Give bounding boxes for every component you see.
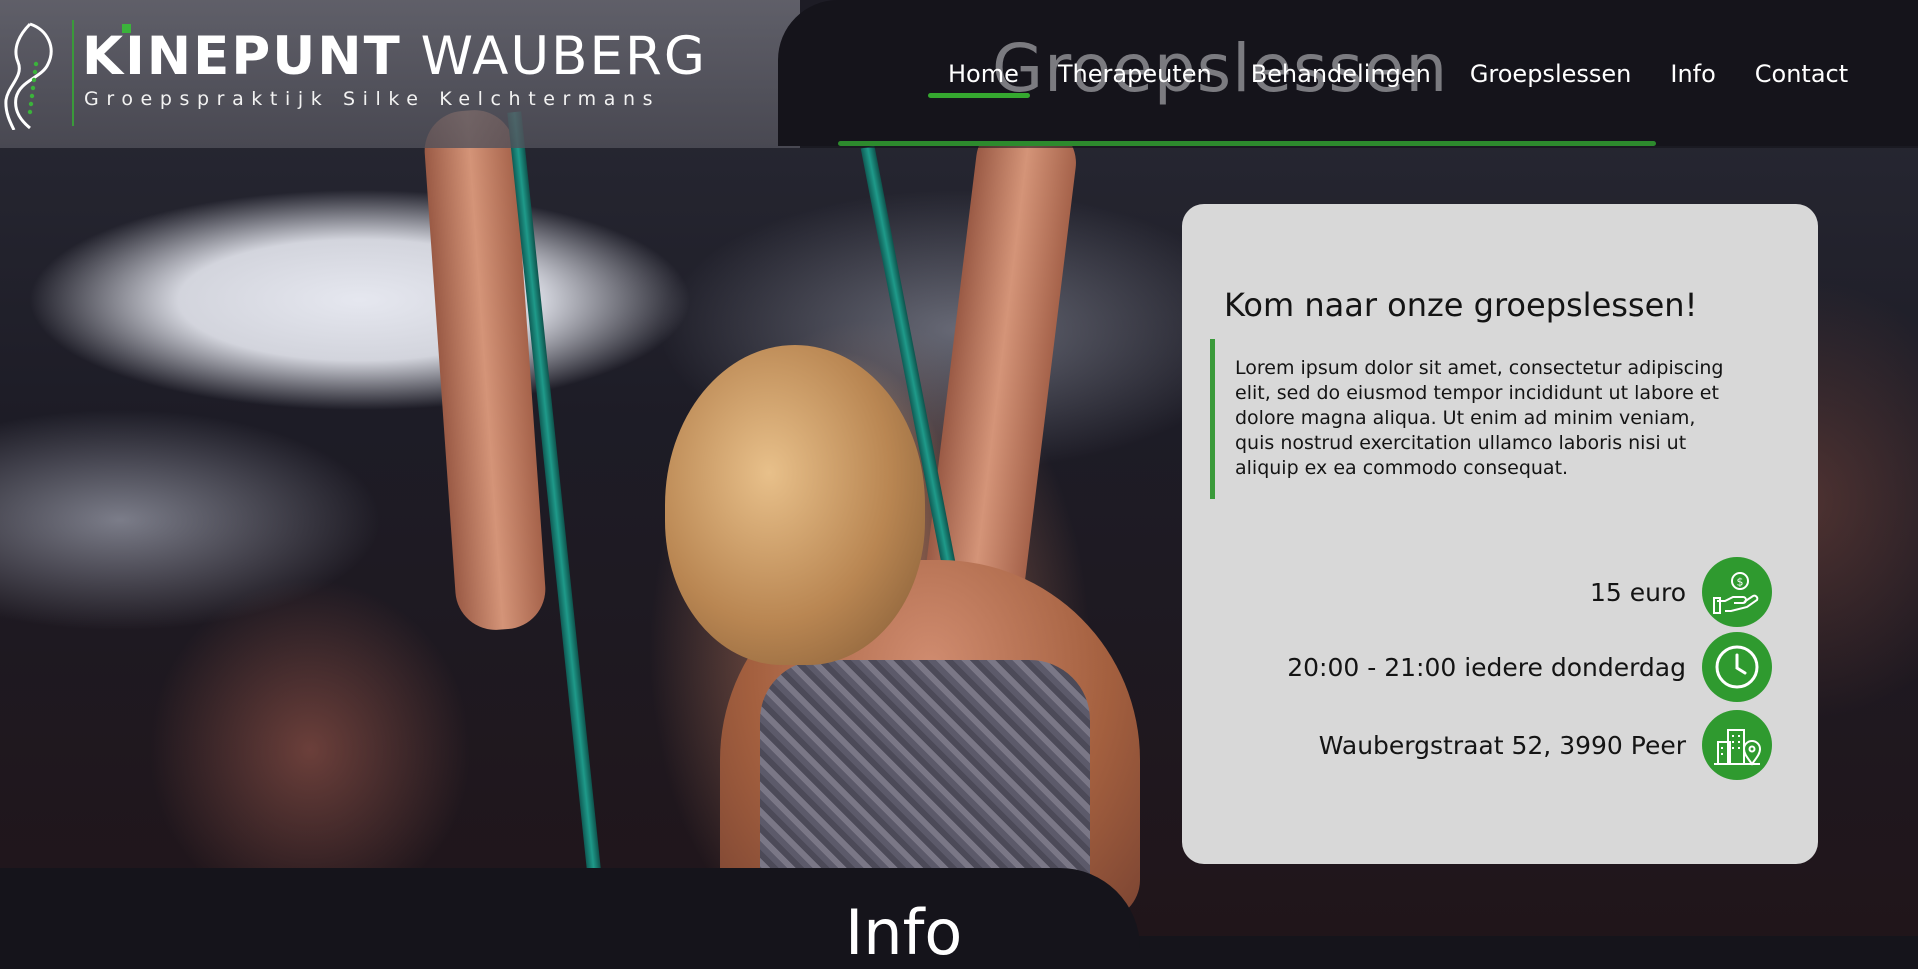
info-card: Kom naar onze groepslessen! Lorem ipsum … (1182, 204, 1818, 864)
nav-active-indicator (928, 93, 1030, 98)
info-section (0, 868, 1140, 948)
clock-icon (1702, 632, 1772, 702)
address-text: Waubergstraat 52, 3990 Peer (1318, 730, 1686, 760)
card-quote-bar (1210, 339, 1215, 499)
info-row-address: Waubergstraat 52, 3990 Peer (1319, 710, 1772, 780)
nav-item-therapeuten[interactable]: Therapeuten (1058, 60, 1212, 88)
main-nav: Home Therapeuten Behandelingen Groepsles… (948, 60, 1848, 88)
section-title-info: Info (845, 896, 963, 969)
price-text: 15 euro (1589, 577, 1686, 607)
card-body: Lorem ipsum dolor sit amet, consectetur … (1235, 357, 1724, 479)
card-title: Kom naar onze groepslessen! (1224, 286, 1698, 324)
info-row-time: 20:00 - 21:00 iedere donderdag (1287, 632, 1772, 702)
nav-item-behandelingen[interactable]: Behandelingen (1251, 60, 1431, 88)
info-row-price: 15 euro $ (1590, 557, 1772, 627)
logo-divider (72, 20, 74, 126)
nav-item-groepslessen[interactable]: Groepslessen (1470, 60, 1632, 88)
logo-title: KINEPUNT WAUBERG (82, 26, 707, 87)
nav-panel-underline (838, 141, 1656, 146)
time-text: 20:00 - 21:00 iedere donderdag (1287, 652, 1686, 682)
logo-title-thin: WAUBERG (420, 26, 707, 87)
logo-title-bold: KINEPUNT (82, 26, 402, 87)
logo-subtitle: Groepspraktijk Silke Kelchtermans (84, 88, 661, 110)
nav-item-home[interactable]: Home (948, 60, 1019, 88)
spine-figure-icon (4, 22, 53, 130)
building-location-icon (1702, 710, 1772, 780)
nav-item-contact[interactable]: Contact (1755, 60, 1848, 88)
nav-item-info[interactable]: Info (1670, 60, 1715, 88)
money-hand-icon: $ (1702, 557, 1772, 627)
svg-text:$: $ (1737, 576, 1744, 589)
